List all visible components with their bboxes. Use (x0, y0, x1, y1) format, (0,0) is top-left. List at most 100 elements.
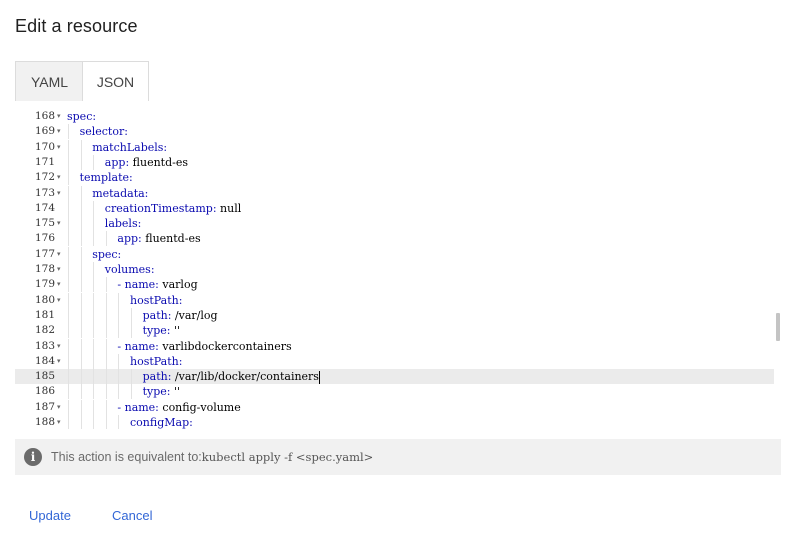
indent-guide (93, 216, 95, 232)
indent-guide (68, 323, 69, 339)
indent-guide (93, 384, 95, 400)
fold-arrow-icon[interactable]: ▾ (57, 293, 63, 308)
code-editor[interactable]: 168 ▾ spec: 169 ▾ selector: 170 ▾ matchLabels: 17… (15, 101, 781, 429)
indent-guide (105, 415, 107, 429)
fold-arrow-icon[interactable]: ▾ (57, 170, 63, 185)
yaml-key: - name: (117, 400, 159, 414)
code-line[interactable]: 173 ▾ metadata: (15, 185, 774, 201)
code-text: app: fluentd-es (117, 231, 200, 246)
code-line[interactable]: 172 ▾ template: (15, 170, 774, 186)
code-text: metadata: (92, 186, 148, 201)
fold-arrow-icon[interactable]: ▾ (57, 140, 63, 155)
code-line[interactable]: 179 ▾ - name: varlog (15, 277, 774, 293)
indent-guide (93, 338, 95, 354)
fold-arrow-icon[interactable]: ▾ (57, 277, 63, 292)
yaml-value: varlog (158, 278, 198, 292)
code-line[interactable]: 183 ▾ - name: varlibdockercontainers (15, 338, 774, 354)
code-line[interactable]: 169 ▾ selector: (15, 124, 774, 140)
fold-arrow-icon[interactable]: ▾ (57, 186, 63, 201)
code-line[interactable]: 180 ▾ hostPath: (15, 292, 774, 308)
yaml-value: null (216, 201, 242, 215)
code-line[interactable]: 168 ▾ spec: (15, 109, 774, 124)
code-line[interactable]: 171 app: fluentd-es (15, 154, 774, 170)
code-text: creationTimestamp: null (105, 201, 241, 216)
indent-guide (105, 353, 107, 369)
tab-yaml[interactable]: YAML (15, 61, 83, 101)
yaml-key: spec: (92, 247, 122, 261)
line-number: 174 (34, 201, 55, 214)
indent-guide (68, 154, 69, 170)
code-line[interactable]: 185 path: /var/lib/docker/containers (15, 369, 774, 385)
indent-guide (105, 231, 107, 247)
indent-guide (68, 415, 69, 429)
fold-arrow-icon[interactable]: ▾ (57, 339, 63, 354)
code-line[interactable]: 170 ▾ matchLabels: (15, 139, 774, 155)
indent-guide (68, 170, 69, 186)
yaml-value: '' (170, 324, 181, 338)
yaml-key: template: (79, 171, 133, 185)
code-line[interactable]: 187 ▾ - name: config-volume (15, 399, 774, 415)
indent-guide (80, 384, 82, 400)
code-text: matchLabels: (92, 140, 167, 155)
indent-guide (118, 353, 120, 369)
code-text: path: /var/lib/docker/containers (143, 369, 320, 384)
yaml-key: metadata: (92, 186, 149, 200)
line-number: 183 (34, 339, 55, 352)
code-line[interactable]: 178 ▾ volumes: (15, 262, 774, 277)
line-number: 188 (34, 416, 55, 428)
indent-guide (118, 369, 120, 385)
indent-guide (80, 185, 82, 201)
indent-guide (105, 384, 107, 400)
fold-arrow-icon[interactable]: ▾ (57, 400, 63, 415)
code-line[interactable]: 182 type: '' (15, 323, 774, 339)
code-line[interactable]: 184 ▾ hostPath: (15, 353, 774, 369)
yaml-key: - name: (117, 278, 159, 292)
code-line[interactable]: 175 ▾ labels: (15, 216, 774, 232)
fold-arrow-icon[interactable]: ▾ (57, 124, 63, 139)
line-number: 176 (34, 232, 55, 245)
update-button[interactable]: Update (29, 508, 71, 523)
fold-arrow-icon[interactable]: ▾ (57, 262, 63, 277)
code-line[interactable]: 177 ▾ spec: (15, 246, 774, 262)
code-line[interactable]: 181 path: /var/log (15, 307, 774, 323)
indent-guide (68, 307, 69, 323)
indent-guide (80, 292, 82, 308)
indent-guide (80, 353, 82, 369)
line-number: 177 (34, 247, 55, 260)
info-text: This action is equivalent to:kubectl app… (51, 450, 373, 464)
partial-line (15, 101, 774, 108)
indent-guide (80, 277, 82, 293)
code-line[interactable]: 174 creationTimestamp: null (15, 200, 774, 216)
yaml-key: hostPath: (130, 354, 183, 368)
tab-json[interactable]: JSON (82, 61, 149, 102)
yaml-key: - name: (117, 339, 159, 353)
fold-arrow-icon[interactable]: ▾ (57, 216, 63, 231)
code-text: configMap: (130, 415, 193, 429)
line-number: 185 (34, 370, 55, 383)
line-number: 184 (34, 354, 55, 367)
code-line[interactable]: 186 type: '' (15, 384, 774, 400)
indent-guide (131, 307, 132, 323)
line-number: 187 (34, 400, 55, 413)
info-message: This action is equivalent to: (51, 450, 202, 464)
yaml-value: '' (170, 385, 181, 399)
indent-guide (93, 154, 95, 170)
fold-arrow-icon[interactable]: ▾ (57, 247, 63, 262)
yaml-key: selector: (79, 125, 128, 139)
yaml-key: type: (142, 324, 171, 338)
fold-arrow-icon[interactable]: ▾ (57, 415, 63, 429)
info-command: kubectl apply -f <spec.yaml> (201, 450, 374, 464)
line-number: 186 (34, 385, 55, 398)
code-line[interactable]: 188 ▾ configMap: (15, 415, 774, 429)
fold-arrow-icon[interactable]: ▾ (57, 109, 63, 124)
indent-guide (105, 399, 107, 415)
fold-arrow-icon[interactable]: ▾ (57, 354, 63, 369)
code-text: - name: config-volume (117, 400, 240, 415)
indent-guide (68, 139, 69, 155)
cancel-button[interactable]: Cancel (112, 508, 152, 523)
line-number: 178 (34, 263, 55, 275)
indent-guide (93, 262, 95, 277)
editor-scrollbar[interactable] (776, 313, 780, 341)
code-line[interactable]: 176 app: fluentd-es (15, 231, 774, 247)
indent-guide (68, 384, 69, 400)
